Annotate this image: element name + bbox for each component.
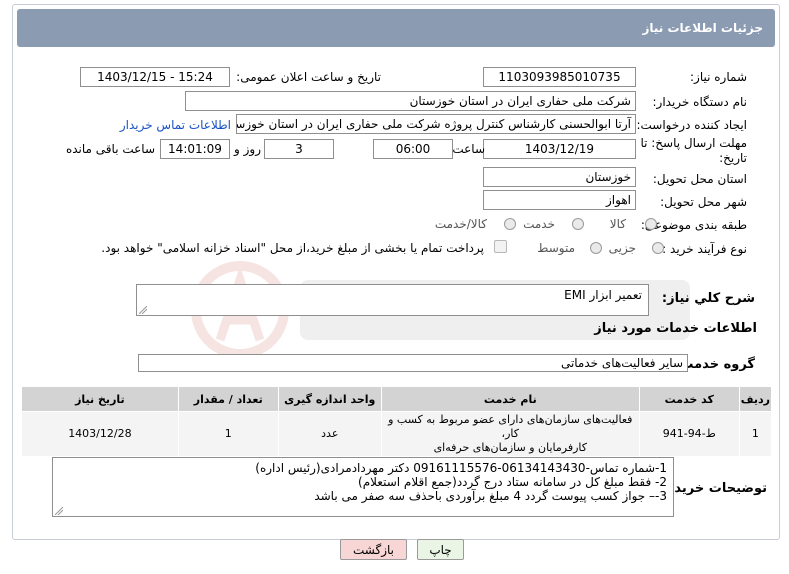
cell-qty: 1 bbox=[177, 411, 279, 457]
remaining-label: ساعت باقی مانده bbox=[65, 142, 155, 156]
summary-label: شرح کلي نياز: bbox=[661, 291, 755, 306]
time-label: ساعت bbox=[452, 142, 485, 156]
radio-goods-label: کالا bbox=[609, 217, 626, 231]
cell-code: ط-94-941 bbox=[638, 411, 740, 457]
resize-grip-icon bbox=[139, 306, 147, 314]
city-label: شهر محل تحویل: bbox=[660, 195, 747, 209]
cell-date: 1403/12/28 bbox=[21, 411, 179, 457]
services-table: ردیف کد خدمت نام خدمت واحد اندازه گیری ت… bbox=[21, 386, 773, 457]
col-name: نام خدمت bbox=[380, 386, 640, 412]
cell-name: فعالیت‌های سازمان‌های دارای عضو مربوط به… bbox=[380, 411, 640, 457]
deadline-label-date: تاریخ: bbox=[719, 151, 747, 165]
col-index: ردیف bbox=[738, 386, 773, 412]
back-button[interactable]: بازگشت bbox=[340, 539, 407, 560]
service-group-field: سایر فعالیت‌های خدماتی bbox=[138, 354, 688, 372]
days-label: روز و bbox=[234, 142, 261, 156]
radio-minor[interactable] bbox=[652, 242, 664, 254]
radio-goods-service[interactable] bbox=[504, 218, 516, 230]
announce-label: تاریخ و ساعت اعلان عمومی: bbox=[236, 70, 381, 84]
buyer-notes-field: 1-شماره تماس-06134143430-09161115576 دکت… bbox=[52, 457, 674, 517]
cell-name-line2: کارفرمایان و سازمان‌های حرفه‌ای bbox=[433, 441, 587, 454]
city-field: اهواز bbox=[483, 190, 636, 210]
need-number-label: شماره نیاز: bbox=[690, 70, 747, 84]
radio-goods[interactable] bbox=[645, 218, 657, 230]
radio-medium[interactable] bbox=[590, 242, 602, 254]
print-button[interactable]: چاپ bbox=[417, 539, 464, 560]
radio-goods-service-label: کالا/خدمت bbox=[434, 217, 487, 231]
province-label: استان محل تحویل: bbox=[652, 172, 747, 186]
payment-note: پرداخت تمام یا بخشی از مبلغ خرید،از محل … bbox=[101, 241, 484, 255]
cell-index: 1 bbox=[738, 411, 773, 457]
cell-unit: عدد bbox=[277, 411, 382, 457]
table-row: 1 ط-94-941 فعالیت‌های سازمان‌های دارای ع… bbox=[21, 411, 773, 457]
announce-field: 1403/12/15 - 15:24 bbox=[80, 67, 230, 87]
creator-field: آرتا ابوالحسنی کارشناس کنترل پروژه شرکت … bbox=[236, 114, 636, 134]
radio-minor-label: جزیی bbox=[608, 241, 636, 255]
buyer-contact-link[interactable]: اطلاعات تماس خریدار bbox=[120, 118, 231, 132]
process-label: نوع فرآیند خرید : bbox=[662, 242, 747, 256]
services-title: اطلاعات خدمات مورد نیاز bbox=[594, 321, 757, 336]
province-field: خوزستان bbox=[483, 167, 636, 187]
remaining-time-field: 14:01:09 bbox=[160, 139, 230, 159]
creator-label: ایجاد کننده درخواست: bbox=[636, 118, 747, 132]
panel-title: جزئیات اطلاعات نیاز bbox=[17, 9, 775, 47]
radio-service-label: خدمت bbox=[523, 217, 555, 231]
col-qty: تعداد / مقدار bbox=[177, 386, 279, 412]
summary-text: تعمیر ابزار EMI bbox=[564, 288, 642, 302]
buyer-org-field: شرکت ملی حفاری ایران در استان خوزستان bbox=[185, 91, 636, 111]
radio-service[interactable] bbox=[572, 218, 584, 230]
summary-field: تعمیر ابزار EMI bbox=[136, 284, 649, 316]
buyer-note-line: 3-– جواز کسب پیوست گردد 4 مبلغ برآوردی ب… bbox=[314, 489, 667, 503]
need-number-field: 1103093985010735 bbox=[483, 67, 636, 87]
deadline-date-field: 1403/12/19 bbox=[483, 139, 636, 159]
col-date: تاریخ نیاز bbox=[21, 386, 179, 412]
days-field: 3 bbox=[264, 139, 334, 159]
cell-name-line1: فعالیت‌های سازمان‌های دارای عضو مربوط به… bbox=[388, 413, 633, 440]
buyer-note-line: 2- فقط مبلغ کل در سامانه ستاد درج گردد(ج… bbox=[358, 475, 667, 489]
radio-medium-label: متوسط bbox=[537, 241, 575, 255]
col-code: کد خدمت bbox=[638, 386, 740, 412]
resize-grip-icon bbox=[55, 507, 63, 515]
deadline-label: مهلت ارسال پاسخ: تا bbox=[640, 136, 747, 150]
deadline-time-field: 06:00 bbox=[373, 139, 453, 159]
treasury-checkbox[interactable] bbox=[494, 240, 507, 253]
buyer-note-line: 1-شماره تماس-06134143430-09161115576 دکت… bbox=[255, 461, 667, 475]
col-unit: واحد اندازه گیری bbox=[277, 386, 382, 412]
buyer-org-label: نام دستگاه خریدار: bbox=[652, 95, 748, 109]
